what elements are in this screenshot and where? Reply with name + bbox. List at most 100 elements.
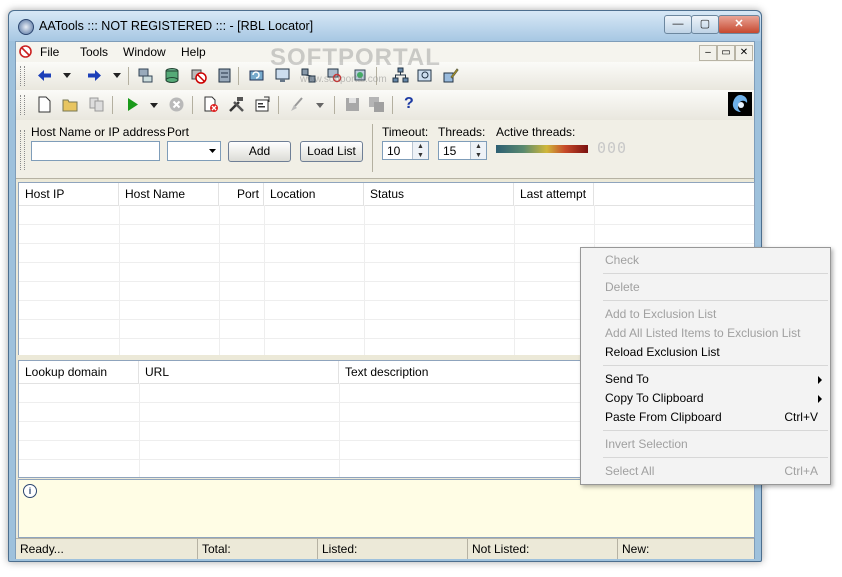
- menu-separator: [603, 365, 828, 366]
- toolbar-grip[interactable]: [20, 66, 25, 86]
- select-all-shortcut: Ctrl+A: [784, 464, 818, 478]
- properties-icon[interactable]: [254, 96, 271, 113]
- timeout-spinner[interactable]: 10 ▲ ▼: [382, 141, 429, 160]
- toolbar-separator: [128, 67, 129, 85]
- toolbar-separator: [392, 96, 393, 114]
- status-new: New:: [622, 542, 650, 556]
- active-threads-meter: [496, 145, 588, 153]
- timeout-spin-arrows[interactable]: ▲ ▼: [412, 142, 428, 159]
- col-port[interactable]: Port: [219, 183, 264, 205]
- forward-arrow-icon[interactable]: [86, 67, 103, 84]
- menu-invert-selection[interactable]: Invert Selection: [605, 437, 688, 451]
- col-host-ip[interactable]: Host IP: [19, 183, 119, 205]
- log-panel[interactable]: i: [18, 479, 755, 538]
- col-host-name[interactable]: Host Name: [119, 183, 219, 205]
- menu-send-to[interactable]: Send To: [605, 372, 649, 386]
- dropdown-arrow-icon[interactable]: [113, 73, 121, 78]
- context-menu: Check Delete Add to Exclusion List Add A…: [580, 247, 831, 485]
- maximize-button[interactable]: ▢: [691, 15, 719, 34]
- col-url[interactable]: URL: [139, 361, 339, 383]
- col-location[interactable]: Location: [264, 183, 364, 205]
- save-icon[interactable]: [344, 96, 361, 113]
- menu-separator: [603, 300, 828, 301]
- menu-reload-exclusion[interactable]: Reload Exclusion List: [605, 345, 720, 359]
- toolbar-grip[interactable]: [20, 95, 25, 115]
- copy-icon[interactable]: [88, 96, 105, 113]
- menu-copy-to-clipboard[interactable]: Copy To Clipboard: [605, 391, 704, 405]
- menu-file[interactable]: File: [40, 45, 59, 59]
- toolbar-separator: [192, 96, 193, 114]
- col-text-description[interactable]: Text description: [339, 361, 599, 383]
- back-arrow-icon[interactable]: [36, 67, 53, 84]
- menu-delete[interactable]: Delete: [605, 280, 640, 294]
- toolbar-separator: [278, 96, 279, 114]
- close-button[interactable]: ✕: [718, 15, 760, 34]
- stop-icon[interactable]: [168, 96, 185, 113]
- close-icon: ✕: [734, 18, 744, 30]
- dropdown-arrow-icon[interactable]: [316, 103, 324, 108]
- dropdown-arrow-icon[interactable]: [63, 73, 71, 78]
- new-file-icon[interactable]: [36, 96, 53, 113]
- app-logo: [728, 92, 752, 116]
- chevron-down-icon: [209, 149, 216, 153]
- minimize-icon: —: [672, 18, 684, 30]
- panel-separator: [372, 124, 373, 172]
- refresh-network-icon[interactable]: [248, 67, 265, 84]
- hosts-table-header: Host IP Host Name Port Location Status L…: [19, 183, 754, 206]
- title-bar[interactable]: AATools ::: NOT REGISTERED ::: - [RBL Lo…: [9, 11, 761, 41]
- menu-add-to-exclusion[interactable]: Add to Exclusion List: [605, 307, 716, 321]
- menu-check[interactable]: Check: [605, 253, 639, 267]
- toolbar-grip[interactable]: [20, 130, 25, 170]
- toolbar-separator: [112, 96, 113, 114]
- threads-spinner[interactable]: 15 ▲ ▼: [438, 141, 487, 160]
- maximize-icon: ▢: [699, 18, 711, 30]
- menu-separator: [603, 273, 828, 274]
- mdi-close-button[interactable]: ✕: [735, 45, 753, 61]
- host-input[interactable]: [31, 141, 160, 161]
- block-icon[interactable]: [190, 67, 207, 84]
- pencil-icon[interactable]: [442, 67, 459, 84]
- menu-help[interactable]: Help: [181, 45, 206, 59]
- menu-window[interactable]: Window: [123, 45, 166, 59]
- document-icon[interactable]: [19, 45, 32, 58]
- grid-line: [364, 205, 365, 355]
- menu-separator: [603, 430, 828, 431]
- menu-tools[interactable]: Tools: [80, 45, 108, 59]
- play-icon[interactable]: [124, 96, 141, 113]
- dropdown-arrow-icon[interactable]: [150, 103, 158, 108]
- brush-icon[interactable]: [288, 96, 305, 113]
- help-icon[interactable]: ?: [404, 95, 414, 113]
- menu-add-all-to-exclusion[interactable]: Add All Listed Items to Exclusion List: [605, 326, 800, 340]
- load-list-button[interactable]: Load List: [300, 141, 363, 162]
- menu-paste-from-clipboard[interactable]: Paste From Clipboard: [605, 410, 722, 424]
- tools-icon[interactable]: [228, 96, 245, 113]
- col-status[interactable]: Status: [364, 183, 514, 205]
- save-all-icon[interactable]: [368, 96, 385, 113]
- network-computer-icon[interactable]: [137, 67, 154, 84]
- mdi-minimize-button[interactable]: –: [699, 45, 717, 61]
- threads-label: Threads:: [438, 125, 486, 139]
- delete-file-icon[interactable]: [202, 96, 219, 113]
- grid-line: [19, 243, 754, 244]
- menu-separator: [603, 457, 828, 458]
- col-last-attempt[interactable]: Last attempt: [514, 183, 594, 205]
- threads-spin-arrows[interactable]: ▲ ▼: [470, 142, 486, 159]
- database-icon[interactable]: [164, 67, 181, 84]
- watermark-url: www.softportal.com: [300, 74, 387, 85]
- paste-shortcut: Ctrl+V: [784, 410, 818, 424]
- server-icon[interactable]: [216, 67, 233, 84]
- grid-line: [139, 383, 140, 477]
- active-threads-label: Active threads:: [496, 125, 576, 139]
- threads-value: 15: [443, 144, 457, 158]
- submenu-arrow-icon: [818, 376, 822, 384]
- col-lookup-domain[interactable]: Lookup domain: [19, 361, 139, 383]
- mdi-restore-button[interactable]: ▭: [717, 45, 735, 61]
- open-folder-icon[interactable]: [62, 96, 79, 113]
- window-title: AATools ::: NOT REGISTERED ::: - [RBL Lo…: [39, 19, 314, 33]
- add-button[interactable]: Add: [228, 141, 291, 162]
- menu-select-all[interactable]: Select All: [605, 464, 654, 478]
- minimize-button[interactable]: —: [664, 15, 692, 34]
- port-select[interactable]: [167, 141, 221, 161]
- action-toolbar: ?: [16, 90, 754, 121]
- app-icon[interactable]: [18, 19, 34, 35]
